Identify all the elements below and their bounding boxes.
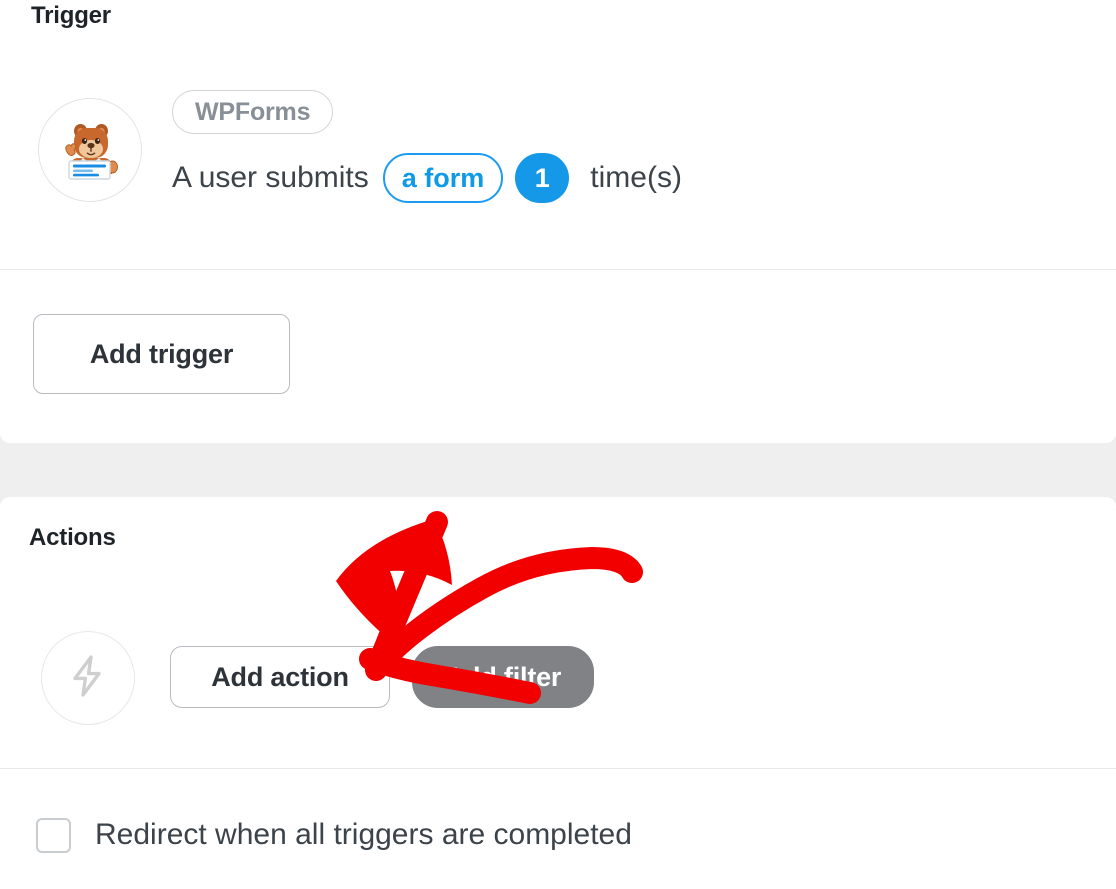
trigger-provider-avatar — [38, 98, 142, 202]
trigger-provider-badge[interactable]: WPForms — [172, 90, 334, 134]
trigger-sentence-tail: time(s) — [590, 161, 682, 194]
lightning-bolt-icon — [64, 652, 112, 705]
page-title: Trigger — [31, 2, 111, 29]
add-filter-button[interactable]: Add filter — [412, 646, 594, 708]
add-trigger-button[interactable]: Add trigger — [33, 314, 290, 394]
redirect-checkbox-row[interactable]: Redirect when all triggers are completed — [0, 808, 1116, 862]
redirect-checkbox-label: Redirect when all triggers are completed — [95, 818, 632, 851]
actions-row: Add action Add filter — [0, 628, 1116, 725]
trigger-row: WPForms A user submits a form 1 time(s) — [0, 90, 1116, 240]
redirect-checkbox[interactable] — [36, 817, 71, 853]
actions-divider — [0, 768, 1116, 769]
trigger-form-selector[interactable]: a form — [382, 153, 504, 203]
trigger-divider — [0, 269, 1116, 270]
wpforms-mascot-icon — [54, 114, 126, 186]
trigger-sentence-lead: A user submits — [172, 161, 369, 194]
actions-avatar — [41, 631, 135, 725]
page-background: Trigger WPForms A user submits a form 1 … — [0, 0, 1116, 889]
trigger-sentence: A user submits a form 1 time(s) — [172, 153, 1116, 203]
actions-heading: Actions — [29, 524, 116, 551]
trigger-count-badge[interactable]: 1 — [515, 153, 570, 203]
trigger-body: WPForms A user submits a form 1 time(s) — [172, 90, 1116, 203]
add-action-button[interactable]: Add action — [170, 646, 390, 708]
trigger-panel: Trigger WPForms A user submits a form 1 … — [0, 0, 1116, 443]
